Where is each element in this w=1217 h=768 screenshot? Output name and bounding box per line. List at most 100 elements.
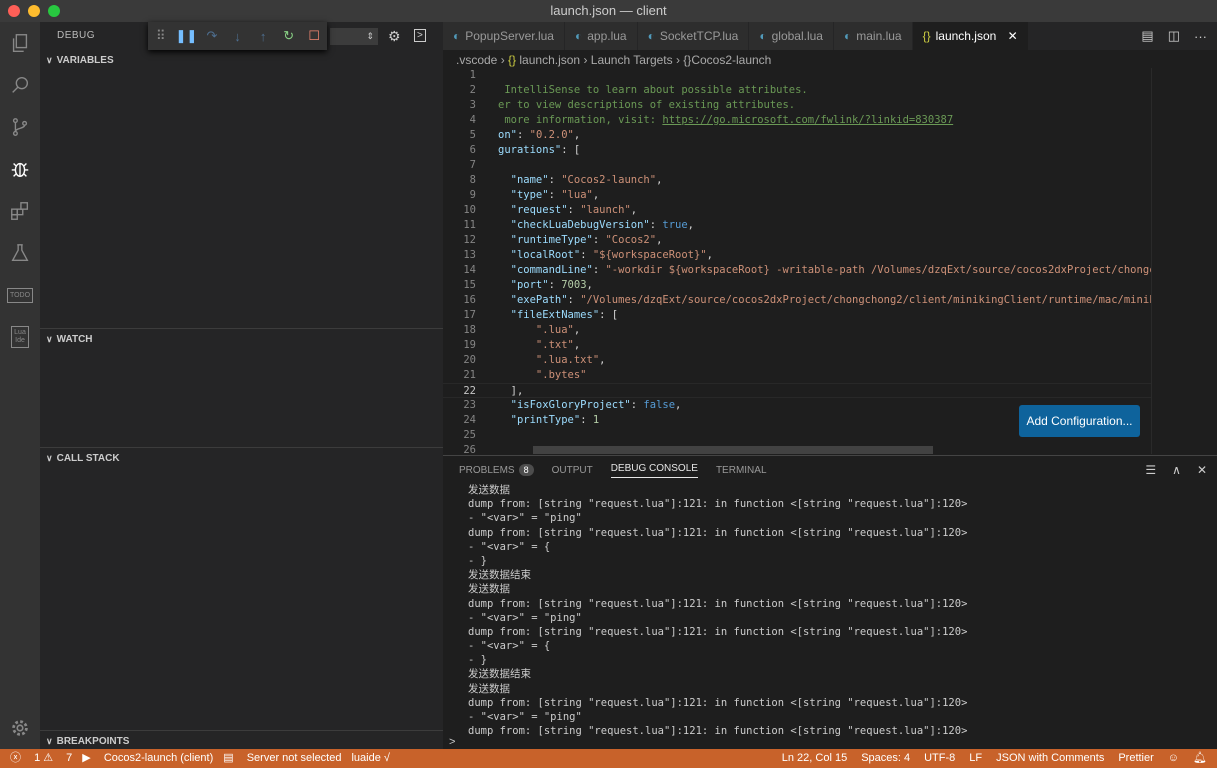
open-preview-icon[interactable]: ▤ [1141,28,1153,44]
code-token: ], [498,385,524,397]
code-token: "lua" [561,189,593,201]
search-icon[interactable] [0,64,40,106]
encoding[interactable]: UTF-8 [924,749,955,768]
todo-icon[interactable]: TODO [0,274,40,316]
source-control-icon[interactable] [0,106,40,148]
restart-icon[interactable]: ↻ [276,28,302,44]
code-token: "isFoxGloryProject" [498,399,631,411]
code-token: "checkLuaDebugVersion" [498,219,650,231]
debug-icon[interactable] [0,148,40,190]
section-watch[interactable]: ∨ WATCH [40,328,443,348]
stop-icon[interactable]: ☐ [301,28,327,44]
debug-config-select[interactable]: ⇕ [330,28,378,45]
debug-console-icon[interactable]: > [414,29,426,42]
indentation[interactable]: Spaces: 4 [861,749,910,768]
code-editor[interactable]: 12 IntelliSense to learn about possible … [443,68,1151,454]
pause-icon[interactable]: ❚❚ [174,28,200,44]
code-token: "name" [498,174,549,186]
server-status[interactable]: ▤ Server not selected [223,749,341,768]
notifications-bell-icon[interactable]: 🔔︎ [1193,749,1207,768]
feedback-smiley-icon[interactable]: ☺ [1168,749,1179,768]
code-token: , [675,399,682,411]
tab-launch-json[interactable]: {} launch.json ✕ [912,22,1029,50]
line-number: 19 [463,339,476,351]
code-token: : [548,279,562,291]
cursor-position[interactable]: Ln 22, Col 15 [782,749,847,768]
problems-count-badge: 8 [518,464,534,476]
section-call-stack[interactable]: ∨ CALL STACK [40,447,443,467]
code-token: ".txt" [498,339,574,351]
line-number: 4 [469,114,476,126]
line-number: 7 [469,159,476,171]
code-token: gurations" [498,144,562,156]
code-token: : [580,249,593,261]
breadcrumb-item[interactable]: .vscode [456,53,497,67]
close-panel-icon[interactable]: ✕ [1197,463,1207,477]
luaide-status[interactable]: luaide √ [351,749,389,768]
section-breakpoints[interactable]: ∨ BREAKPOINTS [40,730,443,750]
code-token: , [656,234,663,246]
close-tab-icon[interactable]: ✕ [1008,29,1018,43]
code-line: 3 er to view descriptions of existing att… [443,98,1151,113]
code-token: : [548,189,562,201]
code-token: "commandLine" [498,264,593,276]
line-number: 11 [463,219,476,231]
panel-tab-debug-console[interactable]: DEBUG CONSOLE [610,463,698,478]
code-line: 8 "name": "Cocos2-launch", [443,173,1151,188]
tab-global-lua[interactable]: ◐ global.lua [749,22,834,50]
maximize-window-button[interactable] [48,5,60,17]
formatter[interactable]: Prettier [1118,749,1153,768]
console-line: dump from: [string "request.lua"]:121: i… [468,696,968,709]
test-flask-icon[interactable] [0,232,40,274]
minimap[interactable] [1151,68,1211,454]
panel-tab-output[interactable]: OUTPUT [552,465,593,476]
step-out-icon[interactable]: ↑ [250,29,276,44]
step-into-icon[interactable]: ↓ [225,29,251,44]
line-number: 17 [463,309,476,321]
tab-sockettcp-lua[interactable]: ◐ SocketTCP.lua [637,22,750,50]
luaide-icon[interactable]: Lua Ide [0,316,40,358]
add-configuration-button[interactable]: Add Configuration... [1019,405,1140,437]
code-token: "printType" [498,414,581,426]
breadcrumb-item[interactable]: Cocos2-launch [691,53,771,67]
tab-app-lua[interactable]: ◐ app.lua [564,22,638,50]
debug-target-status[interactable]: ▶ Cocos2-launch (client) [82,749,213,768]
drag-handle-icon[interactable]: ⠿ [148,28,174,44]
debug-settings-gear-icon[interactable]: ⚙ [388,28,401,45]
console-line: 发送数据结束 [468,668,531,681]
line-number: 14 [463,264,476,276]
close-window-button[interactable] [8,5,20,17]
clear-console-icon[interactable]: ☰ [1145,463,1156,477]
code-line: 5 on": "0.2.0", [443,128,1151,143]
tab-popupserver-lua[interactable]: ◐ PopupServer.lua [443,22,565,50]
line-number: 6 [469,144,476,156]
code-line: 7 [443,158,1151,173]
code-token: : [ [561,144,581,156]
console-input[interactable]: > [449,736,455,748]
panel-tab-terminal[interactable]: TERMINAL [716,465,767,476]
breadcrumb-item[interactable]: launch.json [519,53,580,67]
extensions-icon[interactable] [0,190,40,232]
language-mode[interactable]: JSON with Comments [996,749,1104,768]
explorer-icon[interactable] [0,22,40,64]
problems-status[interactable]: ⓧ 1 ⚠ 7 [10,749,72,768]
breadcrumb-item[interactable]: Launch Targets [591,53,673,67]
code-token: er to view descriptions of existing attr… [498,99,796,111]
maximize-panel-icon[interactable]: ∧ [1172,463,1181,477]
step-over-icon[interactable]: ↷ [199,28,225,44]
line-ending[interactable]: LF [969,749,982,768]
code-token: : [649,219,663,231]
code-line: 20 ".lua.txt", [443,353,1151,368]
minimize-window-button[interactable] [28,5,40,17]
settings-gear-icon[interactable] [0,707,40,749]
code-token: , [656,174,663,186]
more-actions-icon[interactable]: ··· [1194,29,1207,44]
section-variables[interactable]: ∨ VARIABLES [40,50,443,70]
panel-tab-problems[interactable]: PROBLEMS 8 [459,464,534,476]
code-token: https://go.microsoft.com/fwlink/?linkid=… [662,114,954,126]
tab-main-lua[interactable]: ◐ main.lua [833,22,913,50]
breadcrumb: .vscode › {} launch.json › Launch Target… [456,53,772,67]
line-number: 8 [469,174,476,186]
split-editor-icon[interactable]: ◫ [1168,28,1180,44]
horizontal-scrollbar[interactable] [533,446,933,454]
